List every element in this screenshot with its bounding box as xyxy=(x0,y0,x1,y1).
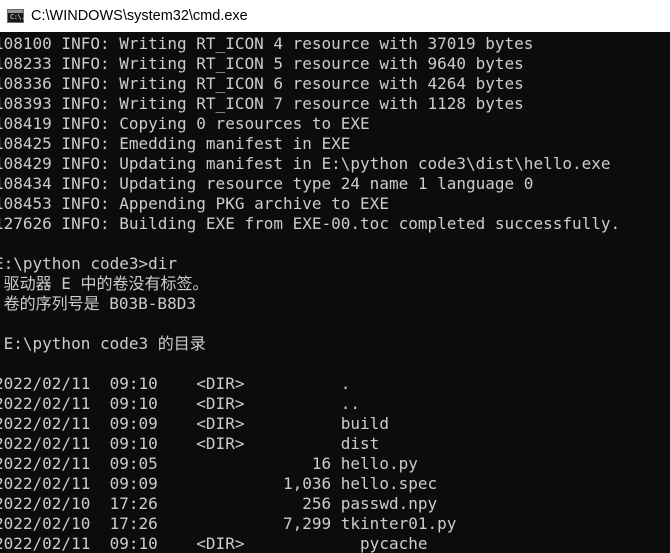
console-line: 108336 INFO: Writing RT_ICON 6 resource … xyxy=(0,74,524,93)
console-line: 108100 INFO: Writing RT_ICON 4 resource … xyxy=(0,34,534,53)
console-line: 2022/02/11 09:09 1,036 hello.spec xyxy=(0,474,438,493)
console-line: 2022/02/10 17:26 7,299 tkinter01.py xyxy=(0,514,457,533)
console-line: 108453 INFO: Appending PKG archive to EX… xyxy=(0,194,389,213)
cmd-window: C:\. C:\WINDOWS\system32\cmd.exe 108100 … xyxy=(0,0,670,553)
console-line: E:\python code3>dir xyxy=(0,254,178,273)
console-line: 2022/02/11 09:10 <DIR> . xyxy=(0,374,351,393)
console-line: 108233 INFO: Writing RT_ICON 5 resource … xyxy=(0,54,524,73)
console-line: 2022/02/11 09:10 <DIR> .. xyxy=(0,394,361,413)
cmd-console-icon[interactable]: C:\. xyxy=(7,9,25,23)
console-line: 108393 INFO: Writing RT_ICON 7 resource … xyxy=(0,94,524,113)
console-line: 2022/02/11 09:10 <DIR> dist xyxy=(0,434,380,453)
console-line: 127626 INFO: Building EXE from EXE-00.to… xyxy=(0,214,621,233)
console-line: 108425 INFO: Emedding manifest in EXE xyxy=(0,134,351,153)
console-line: 驱动器 E 中的卷没有标签。 xyxy=(0,274,209,293)
console-line: E:\python code3 的目录 xyxy=(0,334,206,353)
icon-glyph: C:\. xyxy=(10,13,25,21)
console-line: 2022/02/11 09:05 16 hello.py xyxy=(0,454,418,473)
console-line: 2022/02/11 09:10 <DIR> pycache xyxy=(0,534,428,553)
title-bar[interactable]: C:\. C:\WINDOWS\system32\cmd.exe xyxy=(0,0,670,32)
console-output[interactable]: 108100 INFO: Writing RT_ICON 4 resource … xyxy=(0,34,670,553)
console-line: 卷的序列号是 B03B-B8D3 xyxy=(0,294,196,313)
window-title: C:\WINDOWS\system32\cmd.exe xyxy=(31,8,248,24)
console-line: 108434 INFO: Updating resource type 24 n… xyxy=(0,174,534,193)
console-line: 108429 INFO: Updating manifest in E:\pyt… xyxy=(0,154,611,173)
console-line: 2022/02/10 17:26 256 passwd.npy xyxy=(0,494,438,513)
console-line: 108419 INFO: Copying 0 resources to EXE xyxy=(0,114,370,133)
console-line: 2022/02/11 09:09 <DIR> build xyxy=(0,414,389,433)
